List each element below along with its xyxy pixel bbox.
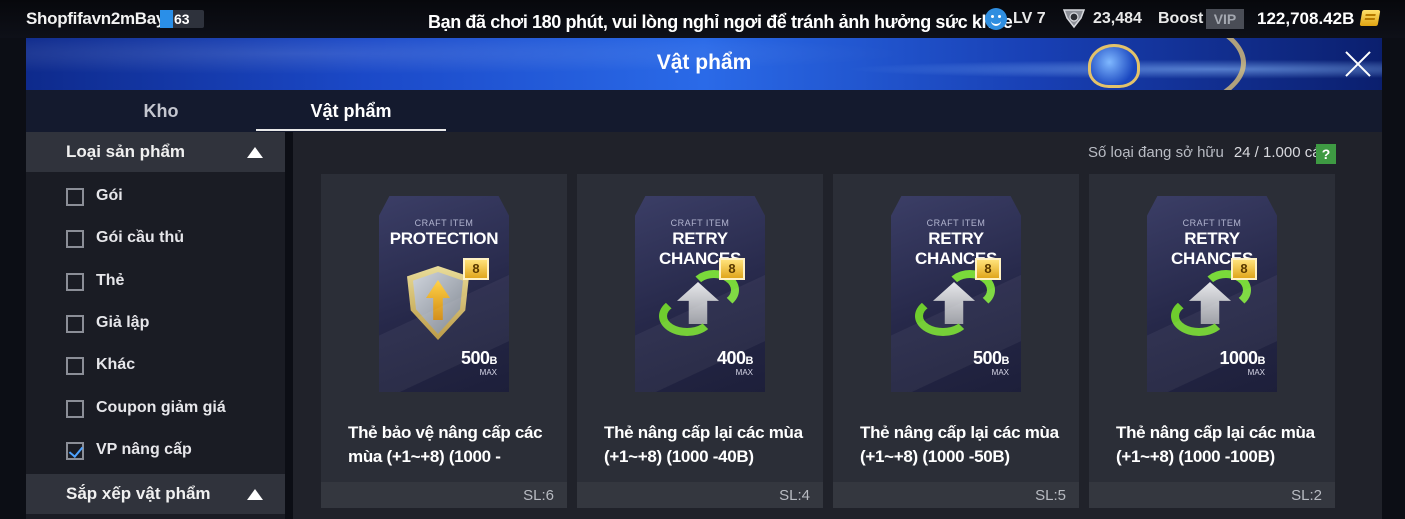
level-number: 63	[174, 11, 190, 27]
item-quantity: SL:4	[779, 487, 810, 504]
filter-label: Gói	[96, 187, 123, 204]
filter-label: Coupon giảm giá	[96, 399, 226, 416]
owned-count: Số loại đang sở hữu 24 / 1.000 cái	[1088, 144, 1324, 161]
filter-label: Khác	[96, 356, 136, 373]
card-price: 1000B	[1147, 348, 1266, 369]
price-unit: B	[745, 355, 754, 367]
max-label: MAX	[1247, 368, 1265, 377]
filter-label: VP nâng cấp	[96, 441, 192, 458]
product-type-header[interactable]: Loại sản phẩm	[26, 132, 285, 172]
coin-icon	[1359, 10, 1381, 26]
title-banner: Vật phẩm	[26, 38, 1382, 90]
smile-icon	[985, 8, 1007, 30]
grade-badge: 8	[719, 258, 745, 280]
team-points: 23,484	[1093, 10, 1142, 27]
checkbox[interactable]	[66, 230, 84, 248]
shield-icon	[407, 266, 469, 340]
item-quantity: SL:2	[1291, 487, 1322, 504]
max-label: MAX	[479, 368, 497, 377]
item-card-art: CRAFT ITEM PROTECTION 8 500B MAX	[379, 196, 509, 392]
owned-label: Số loại đang sở hữu	[1088, 144, 1224, 161]
price-value: 400	[717, 348, 746, 368]
tab-items[interactable]: Vật phẩm	[256, 90, 446, 132]
item-card-art: CRAFT ITEM RETRY CHANCES 8 1000B MAX	[1147, 196, 1277, 392]
card-art-title: RETRY CHANCES	[1171, 229, 1253, 268]
card-art-title: RETRY CHANCES	[915, 229, 997, 268]
item-card[interactable]: CRAFT ITEM RETRY CHANCES 8 500B MAX Thẻ …	[833, 174, 1079, 508]
checkbox-checked[interactable]	[66, 442, 84, 460]
status-bar: Shopfifavn2mBay 63 Bạn đã chơi 180 phút,…	[0, 0, 1405, 38]
filter-label: Gói cầu thủ	[96, 229, 184, 246]
item-quantity: SL:6	[523, 487, 554, 504]
price-unit: B	[1257, 355, 1266, 367]
level-progress: 63	[160, 10, 204, 28]
username: Shopfifavn2mBay	[26, 9, 166, 28]
checkbox[interactable]	[66, 357, 84, 375]
close-icon[interactable]	[1343, 49, 1373, 79]
card-art-title: RETRY CHANCES	[659, 229, 741, 268]
item-name: Thẻ nâng cấp lại các mùa (+1~+8) (1000 -…	[604, 423, 803, 466]
item-quantity: SL:5	[1035, 487, 1066, 504]
item-card[interactable]: CRAFT ITEM RETRY CHANCES 8 1000B MAX Thẻ…	[1089, 174, 1335, 508]
price-value: 500	[461, 348, 490, 368]
craft-item-label: CRAFT ITEM	[670, 218, 730, 228]
checkbox[interactable]	[66, 400, 84, 418]
craft-item-label: CRAFT ITEM	[926, 218, 986, 228]
card-price: 500B	[379, 348, 498, 369]
checkbox[interactable]	[66, 188, 84, 206]
tab-bar: Kho Vật phẩm	[26, 90, 1382, 132]
item-name: Thẻ nâng cấp lại các mùa (+1~+8) (1000 -…	[860, 423, 1059, 466]
collapse-triangle-icon[interactable]	[247, 489, 263, 500]
checkbox[interactable]	[66, 273, 84, 291]
sort-header-label: Sắp xếp vật phẩm	[66, 484, 211, 503]
help-icon[interactable]: ?	[1316, 144, 1336, 164]
level-progress-fill	[160, 10, 174, 28]
coin-balance: 122,708.42B	[1257, 9, 1355, 28]
grade-badge: 8	[1231, 258, 1257, 280]
owned-value: 24 / 1.000 cái	[1233, 144, 1324, 161]
boost-label[interactable]: Boost	[1158, 10, 1203, 28]
item-name: Thẻ nâng cấp lại các mùa (+1~+8) (1000 -…	[1116, 423, 1315, 466]
item-card-art: CRAFT ITEM RETRY CHANCES 8 500B MAX	[891, 196, 1021, 392]
price-value: 500	[973, 348, 1002, 368]
item-footer: SL:2	[1089, 482, 1335, 508]
filter-label: Giả lập	[96, 314, 150, 331]
manager-level: LV 7	[1013, 10, 1046, 27]
filter-label: Thẻ	[96, 272, 125, 289]
item-card[interactable]: CRAFT ITEM RETRY CHANCES 8 400B MAX Thẻ …	[577, 174, 823, 508]
sort-header[interactable]: Sắp xếp vật phẩm	[26, 474, 285, 514]
grade-badge: 8	[975, 258, 1001, 280]
item-card-art: CRAFT ITEM RETRY CHANCES 8 400B MAX	[635, 196, 765, 392]
price-unit: B	[1001, 355, 1010, 367]
price-value: 1000	[1219, 348, 1259, 368]
checkbox[interactable]	[66, 315, 84, 333]
rank-icon	[1062, 9, 1086, 29]
item-name: Thẻ bảo vệ nâng cấp các mùa (+1~+8) (100…	[348, 423, 543, 466]
item-footer: SL:5	[833, 482, 1079, 508]
price-unit: B	[489, 355, 498, 367]
product-type-header-label: Loại sản phẩm	[66, 142, 186, 161]
page-title: Vật phẩm	[656, 51, 752, 74]
tab-storage[interactable]: Kho	[66, 90, 256, 132]
grade-badge: 8	[463, 258, 489, 280]
item-footer: SL:6	[321, 482, 567, 508]
item-footer: SL:4	[577, 482, 823, 508]
max-label: MAX	[991, 368, 1009, 377]
filter-sidebar: Loại sản phẩm Gói Gói cầu thủ Thẻ Giả lậ…	[26, 132, 285, 519]
card-price: 400B	[635, 348, 754, 369]
card-art-title: PROTECTION	[389, 229, 499, 248]
playtime-notice: Bạn đã chơi 180 phút, vui lòng nghỉ ngơi…	[428, 12, 1013, 32]
card-price: 500B	[891, 348, 1010, 369]
craft-item-label: CRAFT ITEM	[1182, 218, 1242, 228]
vip-badge[interactable]: VIP	[1206, 9, 1244, 29]
item-card[interactable]: CRAFT ITEM PROTECTION 8 500B MAX Thẻ bảo…	[321, 174, 567, 508]
max-label: MAX	[735, 368, 753, 377]
craft-item-label: CRAFT ITEM	[414, 218, 474, 228]
collapse-triangle-icon[interactable]	[247, 147, 263, 158]
